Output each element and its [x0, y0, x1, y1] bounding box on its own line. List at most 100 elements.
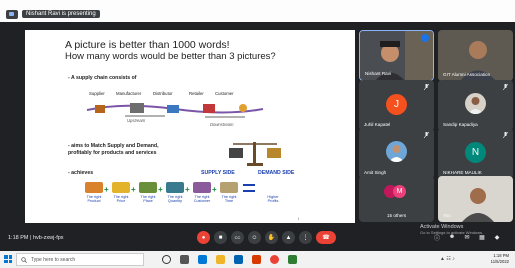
participant-tile-nishant[interactable]: Nishant Ravi — [359, 30, 434, 81]
right-place: The right Place — [137, 180, 159, 210]
right-quantity: The right Quantity — [164, 180, 186, 210]
participant-tile-git-alumni[interactable]: GIT Alumni Association — [438, 30, 513, 81]
mic-off-icon: ● — [201, 234, 206, 241]
chain-label-manufacturer: Manufacturer — [116, 91, 142, 96]
present-screen-icon — [6, 9, 18, 19]
bullet-aims-line-1: - aims to Match Supply and Demand, — [68, 143, 159, 149]
activate-windows-watermark: Activate Windows Go to Settings to activ… — [420, 224, 483, 236]
presenter-bar: Nishant Ravi is presenting — [6, 8, 206, 20]
participant-tile-amit[interactable]: Amit Singh — [359, 128, 434, 179]
windows-taskbar: Type here to search ▲ ☷ ♪ 1:18 PM 11/5/2… — [0, 251, 515, 268]
end-call-icon: ☎ — [322, 234, 330, 241]
participant-tile-juhil[interactable]: J Juhil Kapatel — [359, 80, 434, 131]
cortana-icon[interactable] — [162, 255, 171, 264]
right-time: The right Time — [218, 180, 240, 210]
speaking-indicator-icon — [421, 34, 429, 42]
profits-line2: Profits — [267, 199, 279, 204]
reactions-button[interactable]: ☺ — [248, 231, 261, 244]
more-options-button[interactable]: ⋮ — [299, 231, 312, 244]
plus-sign: + — [158, 185, 163, 194]
balance-scale-illustration — [229, 142, 281, 166]
participant-tile-nikhare[interactable]: N NIKHARE MAULIK — [438, 128, 513, 179]
search-placeholder: Type here to search — [31, 256, 76, 263]
office-icon[interactable] — [252, 255, 261, 264]
windows-start-icon[interactable] — [4, 255, 12, 263]
task-view-icon[interactable] — [180, 255, 189, 264]
taskbar-clock[interactable]: 1:18 PM 11/5/2022 — [491, 253, 509, 265]
avatar — [386, 141, 407, 162]
leave-call-button[interactable]: ☎ — [316, 231, 336, 244]
meeting-info: 1:18 PM | hvb-zxwj-fpx — [8, 235, 64, 241]
more-vert-icon: ⋮ — [302, 234, 309, 241]
participant-count: 15 others — [387, 213, 407, 218]
avatar-photo — [465, 93, 486, 114]
participant-tile-others[interactable]: M 15 others — [359, 176, 434, 222]
bullet-aims-line-2: profitably for products and services — [68, 150, 157, 156]
host-controls-button[interactable]: ◆ — [492, 232, 502, 242]
present-now-button[interactable]: ▲ — [282, 231, 295, 244]
raise-hand-button[interactable]: ✋ — [265, 231, 278, 244]
customer-icon — [193, 182, 211, 193]
text-cursor-mark: I — [298, 216, 300, 221]
plus-sign: + — [212, 185, 217, 194]
bullet-supply-chain: - A supply chain consists of — [68, 75, 137, 81]
right-place-line2: Place — [143, 199, 153, 204]
file-explorer-icon[interactable] — [216, 255, 225, 264]
camera-toggle-button[interactable]: ■ — [214, 231, 227, 244]
mic-off-icon — [503, 132, 508, 138]
right-price-line2: Price — [116, 199, 126, 204]
participant-name: GIT Alumni Association — [443, 72, 491, 77]
right-time-line2: Time — [224, 199, 234, 204]
bullet-achieves: - achieves — [68, 170, 94, 176]
presenter-label: Nishant Ravi is presenting — [22, 10, 100, 18]
system-tray[interactable]: ▲ ☷ ♪ — [440, 256, 455, 262]
taskbar-search-input[interactable]: Type here to search — [16, 253, 144, 266]
edge-icon[interactable] — [198, 255, 207, 264]
store-icon[interactable] — [234, 255, 243, 264]
captions-button[interactable]: CC — [231, 231, 244, 244]
participant-name: NIKHARE MAULIK — [443, 170, 482, 175]
time-icon — [220, 182, 238, 193]
search-icon — [21, 256, 27, 263]
place-icon — [139, 182, 157, 193]
equals-sign — [243, 184, 255, 192]
participant-name: Nishant Ravi — [365, 71, 392, 76]
right-customer-line2: Customer — [193, 199, 211, 204]
slide-title: A picture is better than 1000 words! — [65, 39, 230, 51]
meeting-time: 1:18 PM — [8, 235, 29, 241]
chrome-icon[interactable] — [270, 255, 279, 264]
avatar-photo — [386, 141, 407, 162]
price-icon — [112, 182, 130, 193]
supply-side-label: SUPPLY SIDE — [201, 170, 235, 176]
supply-chain-illustration — [86, 103, 264, 118]
avatar: J — [386, 94, 407, 115]
avatar: M — [393, 185, 406, 198]
chain-label-customer: Customer — [215, 91, 234, 96]
participant-name: Amit Singh — [364, 170, 387, 175]
chain-label-retailer: Retailer — [189, 91, 204, 96]
app-icon[interactable] — [288, 255, 297, 264]
slide-subtitle: How many words would be better than 3 pi… — [65, 51, 276, 62]
meeting-code: hvb-zxwj-fpx — [32, 235, 64, 241]
shared-slide: A picture is better than 1000 words! How… — [25, 30, 355, 223]
chain-labels: Supplier Manufacturer Distributor Retail… — [89, 91, 259, 99]
chain-label-supplier: Supplier — [89, 91, 105, 96]
lock-icon: ◆ — [494, 234, 500, 241]
taskbar-date: 11/5/2022 — [490, 259, 509, 264]
emoji-icon: ☺ — [251, 234, 258, 241]
demand-side-label: DEMAND SIDE — [258, 170, 295, 176]
mic-toggle-button[interactable]: ● — [197, 231, 210, 244]
chain-label-distributor: Distributor — [153, 91, 173, 96]
present-icon: ▲ — [285, 234, 292, 241]
participant-tile-sandip[interactable]: Sandip Kapadiya — [438, 80, 513, 131]
mic-off-icon — [424, 84, 429, 90]
plus-sign: + — [131, 185, 136, 194]
bullet-aims: - aims to Match Supply and Demand, profi… — [68, 143, 159, 157]
quantity-icon — [166, 182, 184, 193]
right-quantity-line2: Quantity — [167, 199, 183, 204]
meeting-separator: | — [30, 235, 32, 241]
participant-tile-self[interactable]: You — [438, 176, 513, 222]
seven-rights-row: The right Product + The right Price + The … — [83, 180, 283, 210]
product-icon — [85, 182, 103, 193]
right-product: The right Product — [83, 180, 105, 210]
